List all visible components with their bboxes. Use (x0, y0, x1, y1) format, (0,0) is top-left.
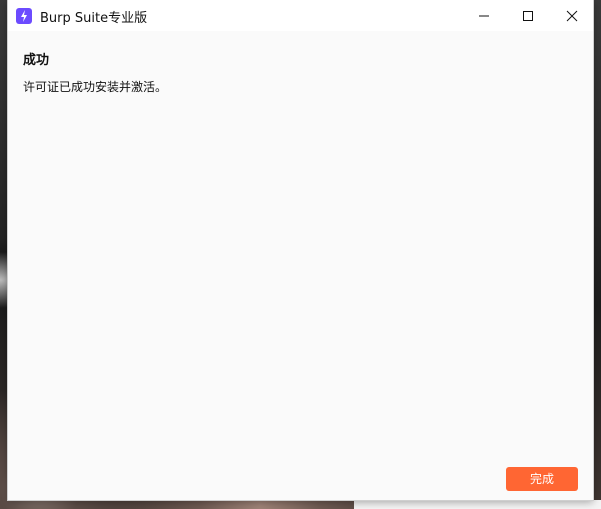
dialog-content: 成功 许可证已成功安装并激活。 完成 (8, 31, 593, 500)
burp-lightning-icon (16, 8, 32, 24)
desktop-strip (354, 500, 601, 509)
success-heading: 成功 (23, 53, 50, 68)
maximize-icon (523, 11, 533, 21)
maximize-button[interactable] (505, 0, 551, 31)
close-icon (566, 10, 578, 22)
dialog-window: Burp Suite专业版 成功 许可证已成功安装并激活。 完成 (8, 0, 593, 500)
window-title: Burp Suite专业版 (40, 11, 148, 26)
title-bar[interactable]: Burp Suite专业版 (8, 0, 593, 31)
finish-button[interactable]: 完成 (506, 467, 578, 491)
close-button[interactable] (549, 0, 595, 31)
minimize-icon (479, 15, 489, 17)
success-message: 许可证已成功安装并激活。 (23, 80, 168, 94)
minimize-button[interactable] (461, 0, 507, 31)
